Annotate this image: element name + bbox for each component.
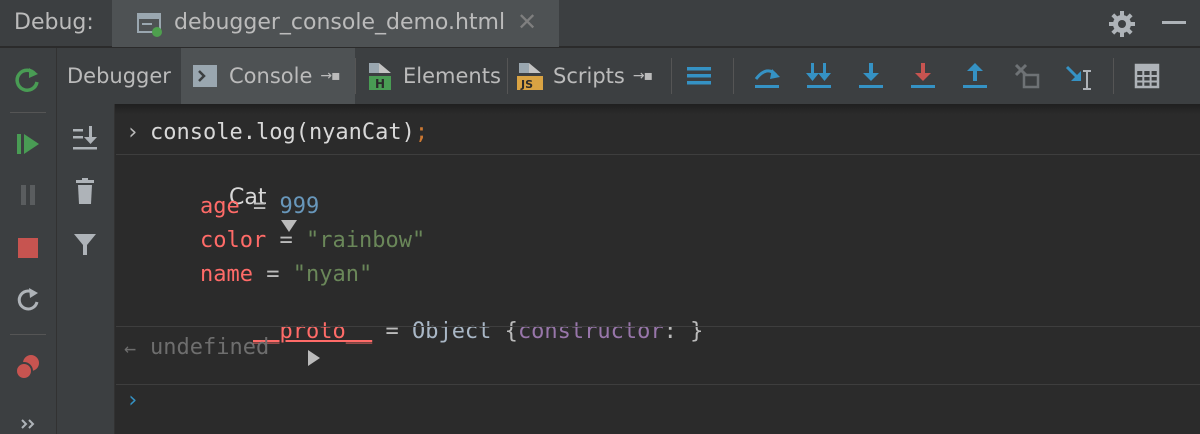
proto-open-brace: { [491, 319, 518, 344]
command-semicolon: ; [414, 120, 429, 145]
close-tab-icon[interactable]: ✕ [517, 8, 537, 36]
separator [116, 326, 1200, 327]
pin-tab-icon[interactable]: →▪ [633, 68, 653, 84]
clear-console-icon[interactable] [69, 176, 101, 208]
tab-label: Debugger [67, 64, 171, 88]
separator [733, 58, 734, 94]
run-to-cursor-icon[interactable] [1061, 58, 1097, 94]
field-eq: = [252, 262, 293, 287]
input-prompt[interactable]: › [126, 388, 139, 413]
drop-frame-icon[interactable] [1009, 58, 1045, 94]
field-row-color[interactable]: color = "rainbow" [200, 228, 425, 253]
hide-panel-icon[interactable] [1162, 21, 1186, 24]
separator [116, 154, 1200, 155]
separator [10, 334, 46, 335]
resume-icon[interactable] [12, 128, 44, 160]
separator [116, 384, 1200, 385]
debug-top-toolbar: Debugger Console →▪ H Elements JS Script… [57, 48, 1200, 104]
gear-icon[interactable] [1108, 10, 1136, 38]
stop-icon[interactable] [12, 232, 44, 264]
evaluate-expression-icon[interactable] [1129, 58, 1165, 94]
svg-text:JS: JS [520, 78, 533, 91]
rerun-icon[interactable] [12, 64, 44, 96]
separator [1113, 58, 1114, 94]
step-over-icon[interactable] [749, 58, 785, 94]
debug-left-toolbar [0, 48, 57, 434]
separator [507, 58, 508, 94]
field-eq: = [239, 194, 280, 219]
html-file-debug-icon [136, 10, 164, 38]
result-arrow: ← [124, 336, 137, 360]
more-actions-icon[interactable] [12, 408, 44, 434]
field-key: age [200, 194, 240, 219]
tab-label: Scripts [553, 64, 625, 88]
command-text: console.log(nyanCat) [150, 120, 415, 145]
field-key: name [200, 262, 253, 287]
tab-elements[interactable]: H Elements [357, 48, 507, 104]
pin-tab-icon[interactable]: →▪ [320, 68, 340, 84]
field-value: "rainbow" [305, 228, 426, 253]
field-eq: = [372, 319, 412, 344]
view-breakpoints-icon[interactable] [12, 351, 44, 383]
field-row-name[interactable]: name = "nyan" [200, 262, 372, 287]
toolbar-shadow [57, 104, 1200, 114]
tab-label: debugger_console_demo.html [174, 10, 506, 35]
pause-icon[interactable] [12, 179, 44, 211]
field-key: color [200, 228, 267, 253]
javascript-file-icon: JS [515, 61, 545, 91]
show-execution-point-icon[interactable] [681, 58, 717, 94]
filter-icon[interactable] [69, 228, 101, 260]
proto-type: Object [411, 319, 492, 344]
tab-console[interactable]: Console →▪ [181, 48, 355, 104]
proto-close-brace: } [690, 319, 704, 344]
field-value: 999 [279, 194, 320, 219]
tab-scripts[interactable]: JS Scripts →▪ [509, 48, 671, 104]
proto-constructor: constructor [517, 319, 664, 344]
step-into-icon[interactable] [801, 58, 837, 94]
separator [671, 58, 672, 94]
result-value: undefined [150, 335, 270, 360]
console-side-toolbar [57, 104, 115, 434]
separator [10, 112, 46, 113]
field-row-age[interactable]: age = 999 [200, 194, 319, 219]
console-icon [193, 65, 217, 87]
refresh-icon[interactable] [12, 284, 44, 316]
field-value: "nyan" [292, 262, 373, 287]
force-step-into-icon[interactable] [853, 58, 889, 94]
debug-tool-window-titlebar: Debug: debugger_console_demo.html ✕ [0, 0, 1200, 47]
tab-debugger-console-demo[interactable]: debugger_console_demo.html ✕ [112, 0, 559, 47]
html-elements-icon: H [367, 61, 393, 91]
tab-label: Elements [403, 64, 501, 88]
separator [355, 58, 356, 94]
console-output[interactable]: › console.log(nyanCat); Cat age = 999 co… [116, 114, 1200, 434]
field-key: __proto__ [252, 319, 373, 344]
tab-label: Console [229, 64, 313, 88]
svg-text:H: H [375, 77, 385, 91]
step-out-icon[interactable] [957, 58, 993, 94]
command-prompt: › [126, 120, 140, 145]
field-eq: = [266, 228, 306, 253]
tab-debugger[interactable]: Debugger [57, 48, 181, 104]
proto-colon: : [663, 319, 691, 344]
console-command: console.log(nyanCat); [150, 120, 428, 145]
smart-step-into-icon[interactable] [905, 58, 941, 94]
scroll-to-end-icon[interactable] [69, 122, 101, 154]
debug-label: Debug: [14, 10, 94, 35]
